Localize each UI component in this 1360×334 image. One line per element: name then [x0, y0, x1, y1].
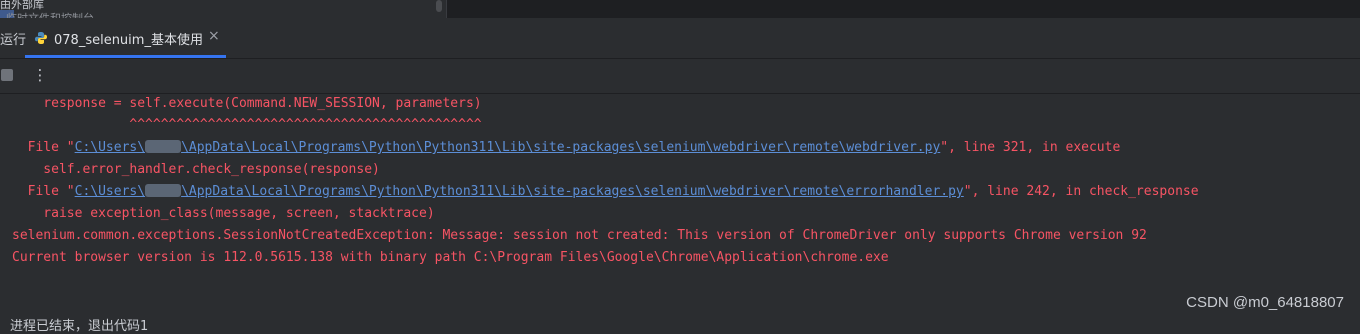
- active-tab-indicator: [25, 55, 226, 58]
- redacted-username: [145, 140, 182, 153]
- console-line-file-webdriver: File "C:\Users\ \AppData\Local\Programs\P…: [12, 138, 1120, 158]
- watermark: CSDN @m0_64818807: [1186, 294, 1344, 311]
- browser-version-message: Current browser version is 112.0.5615.13…: [12, 250, 889, 265]
- console-text: File ": [12, 184, 75, 199]
- console-text: File ": [12, 140, 75, 155]
- file-link-part: C:\Users\: [74, 140, 146, 155]
- console-line: raise exception_class(message, screen, s…: [12, 206, 435, 221]
- redacted-username: [145, 184, 182, 197]
- project-scrollbar[interactable]: [436, 0, 442, 12]
- stop-icon[interactable]: [1, 69, 13, 81]
- exception-message: selenium.common.exceptions.SessionNotCre…: [12, 228, 1147, 243]
- console-line: response = self.execute(Command.NEW_SESS…: [12, 96, 482, 111]
- console-line: self.error_handler.check_response(respon…: [12, 162, 380, 177]
- close-icon[interactable]: ×: [208, 28, 220, 44]
- console-line-file-errorhandler: File "C:\Users\ \AppData\Local\Programs\P…: [12, 182, 1199, 202]
- run-tab-bar: 运行 078_selenuim_基本使用 ×: [0, 18, 1360, 59]
- project-tree-item-scratches[interactable]: 临时文件和控制台: [6, 10, 94, 18]
- run-tab-label: 078_selenuim_基本使用: [54, 33, 203, 48]
- file-link-errorhandler[interactable]: C:\Users\ \AppData\Local\Programs\Python\…: [75, 184, 964, 199]
- more-options-icon[interactable]: ⋮: [32, 64, 48, 86]
- file-link-part: \AppData\Local\Programs\Python\Python311…: [181, 140, 941, 155]
- process-exit-message: 进程已结束，退出代码1: [10, 319, 149, 334]
- file-link-webdriver[interactable]: C:\Users\ \AppData\Local\Programs\Python\…: [74, 140, 941, 155]
- python-icon: [35, 32, 47, 44]
- project-panel-fragment: 由外部库 临时文件和控制台: [0, 0, 447, 18]
- console-line: ^^^^^^^^^^^^^^^^^^^^^^^^^^^^^^^^^^^^^^^^…: [12, 117, 482, 132]
- run-toolbar: ⋮: [0, 59, 1360, 94]
- console-text: ", line 321, in execute: [940, 140, 1121, 155]
- file-link-part: C:\Users\: [74, 184, 146, 199]
- console-output[interactable]: response = self.execute(Command.NEW_SESS…: [0, 94, 1360, 324]
- top-strip: 由外部库 临时文件和控制台: [0, 0, 1360, 18]
- console-text: ", line 242, in check_response: [963, 184, 1199, 199]
- run-tab-078-selenuim[interactable]: 078_selenuim_基本使用 ×: [25, 18, 226, 58]
- file-link-part: \AppData\Local\Programs\Python\Python311…: [181, 184, 964, 199]
- run-window-title: 运行: [0, 33, 27, 48]
